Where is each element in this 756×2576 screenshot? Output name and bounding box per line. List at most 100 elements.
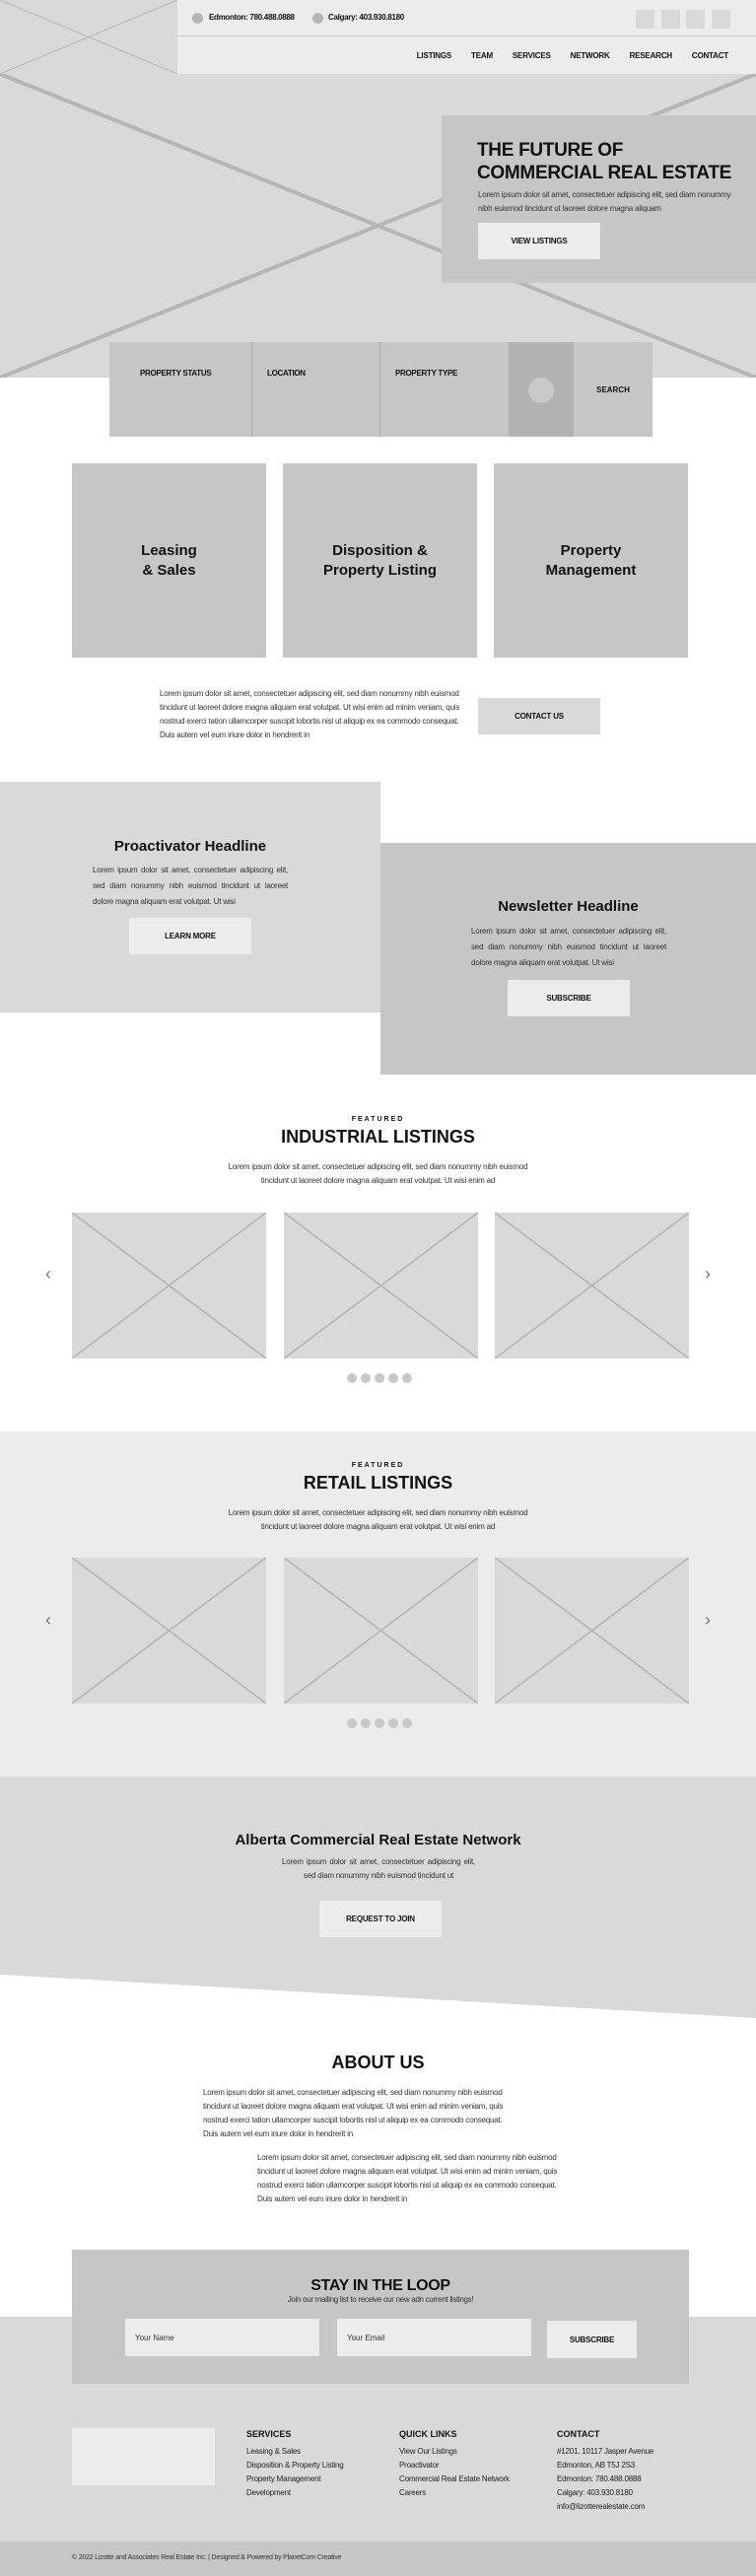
- name-input[interactable]: Your Name: [125, 2319, 319, 2356]
- social-icon[interactable]: [661, 10, 680, 29]
- retail-text: Lorem ipsum dolor sit amet, consectetuer…: [228, 1508, 528, 1531]
- chevron-left-icon[interactable]: ‹: [45, 1610, 51, 1631]
- nav-research[interactable]: RESEARCH: [630, 51, 672, 60]
- nav-network[interactable]: NETWORK: [571, 51, 610, 60]
- social-icon[interactable]: [636, 10, 654, 29]
- industrial-title: INDUSTRIAL LISTINGS: [281, 1127, 475, 1147]
- carousel-dot[interactable]: [402, 1373, 412, 1383]
- industrial-text: Lorem ipsum dolor sit amet, consectetuer…: [228, 1162, 528, 1185]
- phone-icon: [312, 13, 323, 24]
- chevron-left-icon[interactable]: ‹: [45, 1264, 51, 1285]
- hero-card: THE FUTURE OF COMMERCIAL REAL ESTATE Lore…: [442, 115, 756, 283]
- chevron-right-icon[interactable]: ›: [705, 1610, 711, 1631]
- carousel-dot[interactable]: [388, 1718, 398, 1728]
- request-to-join-button[interactable]: REQUEST TO JOIN: [319, 1901, 442, 1937]
- loop-subtitle: Join our mailing list to receive our new…: [287, 2295, 474, 2304]
- footer-contact: CONTACT #1201, 10117 Jasper Avenue Edmon…: [557, 2429, 653, 2514]
- service-property-management[interactable]: Property Management: [494, 463, 688, 658]
- contact-us-button[interactable]: CONTACT US: [478, 698, 600, 734]
- nav-contact[interactable]: CONTACT: [692, 51, 728, 60]
- footer-address: #1201, 10117 Jasper Avenue: [557, 2447, 654, 2456]
- nav-listings[interactable]: LISTINGS: [417, 51, 451, 60]
- newsletter-title: Newsletter Headline: [498, 898, 639, 915]
- listing-card-image[interactable]: [72, 1213, 266, 1358]
- search-icon-button[interactable]: [509, 342, 574, 437]
- carousel-dot[interactable]: [347, 1373, 357, 1383]
- footer-link[interactable]: Development: [246, 2486, 344, 2500]
- carousel-dot[interactable]: [388, 1373, 398, 1383]
- newsletter-text: Lorem ipsum dolor sit amet, consectetuer…: [471, 927, 666, 967]
- property-status-field[interactable]: PROPERTY STATUS: [109, 342, 252, 437]
- service-disposition[interactable]: Disposition & Property Listing: [283, 463, 477, 658]
- property-type-field[interactable]: PROPERTY TYPE: [381, 342, 509, 437]
- service-leasing-sales[interactable]: Leasing & Sales: [72, 463, 266, 658]
- chevron-right-icon[interactable]: ›: [705, 1264, 711, 1285]
- footer-contact-heading: CONTACT: [557, 2429, 600, 2439]
- network-title: Alberta Commercial Real Estate Network: [235, 1832, 521, 1848]
- footer-phone-edmonton[interactable]: Edmonton: 780.488.0888: [557, 2472, 653, 2486]
- search-bar: PROPERTY STATUS LOCATION PROPERTY TYPE S…: [109, 342, 653, 437]
- footer-quick-links-heading: QUICK LINKS: [399, 2429, 457, 2439]
- search-button[interactable]: SEARCH: [574, 342, 653, 437]
- network-text: Lorem ipsum dolor sit amet, consectetuer…: [282, 1857, 475, 1880]
- footer-logo-placeholder[interactable]: [72, 2428, 215, 2485]
- carousel-dot[interactable]: [361, 1373, 371, 1383]
- hero-title-line: THE FUTURE OF: [477, 140, 624, 161]
- intro-text: Lorem ipsum dolor sit amet, consectetuer…: [160, 689, 460, 739]
- listing-card-image[interactable]: [284, 1558, 478, 1704]
- nav-services[interactable]: SERVICES: [513, 51, 551, 60]
- top-bar: Edmonton: 780.488.0888 Calgary: 403.930.…: [177, 0, 756, 36]
- footer-link[interactable]: Proactivator: [399, 2459, 510, 2472]
- carousel-dot[interactable]: [375, 1718, 384, 1728]
- copyright-text: © 2022 Lizotte and Associates Real Estat…: [72, 2554, 342, 2561]
- industrial-kicker: FEATURED: [351, 1116, 405, 1123]
- search-icon: [528, 378, 554, 403]
- footer-link[interactable]: Property Management: [246, 2472, 344, 2486]
- about-para-2: Lorem ipsum dolor sit amet, consectetuer…: [257, 2153, 558, 2203]
- email-input[interactable]: Your Email: [337, 2319, 531, 2356]
- field-label: PROPERTY STATUS: [140, 369, 212, 378]
- phone-calgary[interactable]: Calgary: 403.930.8180: [328, 13, 404, 22]
- social-icon[interactable]: [712, 10, 730, 29]
- view-listings-button[interactable]: VIEW LISTINGS: [478, 223, 600, 259]
- footer-link[interactable]: View Our Listings: [399, 2445, 510, 2459]
- footer-services-heading: SERVICES: [246, 2429, 292, 2439]
- logo-placeholder[interactable]: [0, 0, 177, 74]
- loop-subscribe-button[interactable]: SUBSCRIBE: [547, 2321, 637, 2358]
- field-label: PROPERTY TYPE: [395, 369, 458, 378]
- nav-team[interactable]: TEAM: [471, 51, 493, 60]
- mailing-list-panel: STAY IN THE LOOP Join our mailing list t…: [72, 2250, 689, 2384]
- learn-more-button[interactable]: LEARN MORE: [129, 918, 251, 954]
- carousel-dot[interactable]: [347, 1718, 357, 1728]
- main-nav: LISTINGS TEAM SERVICES NETWORK RESEARCH …: [177, 36, 756, 74]
- hero-text: Lorem ipsum dolor sit amet, consectetuer…: [478, 190, 731, 213]
- location-field[interactable]: LOCATION: [253, 342, 380, 437]
- retail-kicker: FEATURED: [351, 1462, 405, 1469]
- footer-services: SERVICES Leasing & Sales Disposition & P…: [246, 2429, 344, 2500]
- proactivator-title: Proactivator Headline: [113, 838, 267, 855]
- footer-phone-calgary[interactable]: Calgary: 403.930.8180: [557, 2486, 653, 2500]
- listing-card-image[interactable]: [72, 1558, 266, 1704]
- footer-email[interactable]: info@lizotterealestate.com: [557, 2500, 653, 2514]
- carousel-dot[interactable]: [375, 1373, 384, 1383]
- carousel-dots: [347, 1718, 412, 1728]
- field-label: LOCATION: [267, 369, 306, 378]
- carousel-dot[interactable]: [402, 1718, 412, 1728]
- copyright-bar: © 2022 Lizotte and Associates Real Estat…: [0, 2541, 756, 2576]
- phone-edmonton[interactable]: Edmonton: 780.488.0888: [209, 13, 295, 22]
- about-title: ABOUT US: [331, 2053, 425, 2072]
- listing-card-image[interactable]: [495, 1558, 689, 1704]
- footer-link[interactable]: Commercial Real Estate Network: [399, 2472, 510, 2486]
- footer-link[interactable]: Leasing & Sales: [246, 2445, 344, 2459]
- listing-card-image[interactable]: [284, 1213, 478, 1358]
- social-icon[interactable]: [686, 10, 705, 29]
- carousel-dots: [347, 1373, 412, 1383]
- footer-link[interactable]: Disposition & Property Listing: [246, 2459, 344, 2472]
- listing-card-image[interactable]: [495, 1213, 689, 1358]
- carousel-dot[interactable]: [361, 1718, 371, 1728]
- footer-link[interactable]: Careers: [399, 2486, 510, 2500]
- phone-icon: [192, 13, 203, 24]
- subscribe-button[interactable]: SUBSCRIBE: [508, 980, 630, 1016]
- loop-title: STAY IN THE LOOP: [310, 2277, 450, 2294]
- footer-city: Edmonton, AB T5J 2S3: [557, 2461, 636, 2470]
